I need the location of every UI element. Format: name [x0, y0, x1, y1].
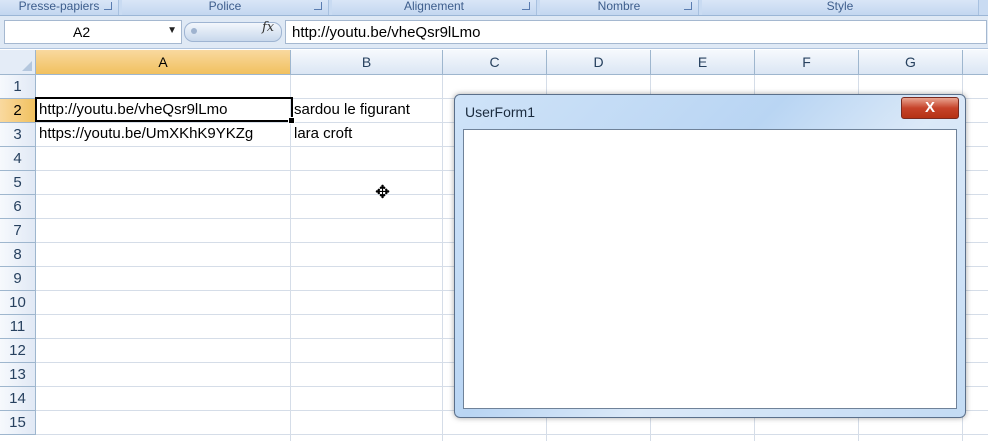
- column-header-e[interactable]: E: [651, 50, 755, 75]
- row-header-3[interactable]: 3: [0, 123, 36, 147]
- ribbon-group-clipboard: Presse-papiers: [0, 0, 119, 15]
- dialog-launcher-icon[interactable]: [684, 2, 692, 10]
- name-box[interactable]: A2 ▼: [4, 20, 182, 44]
- column-header-h[interactable]: [963, 50, 988, 75]
- ribbon-group-font: Police: [122, 0, 329, 15]
- column-header-c[interactable]: C: [443, 50, 547, 75]
- ribbon-group-label: Nombre: [597, 0, 641, 13]
- userform-title: UserForm1: [465, 104, 536, 120]
- row-header-13[interactable]: 13: [0, 363, 36, 387]
- formula-input[interactable]: http://youtu.be/vheQsr9lLmo: [285, 20, 987, 44]
- formula-text: http://youtu.be/vheQsr9lLmo: [292, 24, 481, 41]
- column-header-d[interactable]: D: [547, 50, 651, 75]
- close-icon: X: [924, 99, 935, 116]
- ribbon-group-label: Style: [826, 0, 854, 13]
- splitter-handle-icon: [191, 28, 197, 34]
- dialog-launcher-icon[interactable]: [314, 2, 322, 10]
- fill-handle[interactable]: [288, 117, 295, 124]
- move-cursor-icon: ✥: [375, 182, 391, 202]
- cell-a3[interactable]: https://youtu.be/UmXKhK9YKZg: [39, 122, 253, 146]
- ribbon-group-bar: Presse-papiers Police Alignement Nombre …: [0, 0, 988, 16]
- ribbon-group-label: Presse-papiers: [18, 0, 100, 13]
- ribbon-group-style: Style: [702, 0, 979, 15]
- active-cell-border: [35, 97, 295, 124]
- row-header-11[interactable]: 11: [0, 315, 36, 339]
- dialog-launcher-icon[interactable]: [104, 2, 112, 10]
- row-header-10[interactable]: 10: [0, 291, 36, 315]
- chevron-down-icon[interactable]: ▼: [167, 25, 177, 36]
- row-header-9[interactable]: 9: [0, 267, 36, 291]
- ribbon-group-label: Police: [208, 0, 242, 13]
- row-header-7[interactable]: 7: [0, 219, 36, 243]
- row-header-1[interactable]: 1: [0, 75, 36, 99]
- gridline: [290, 75, 291, 441]
- row-header-14[interactable]: 14: [0, 387, 36, 411]
- userform-client-area[interactable]: [463, 129, 957, 409]
- column-header-b[interactable]: B: [291, 50, 443, 75]
- row-header-12[interactable]: 12: [0, 339, 36, 363]
- row-header-5[interactable]: 5: [0, 171, 36, 195]
- name-box-value: A2: [73, 24, 91, 40]
- select-all-icon: [22, 61, 32, 71]
- ribbon-group-alignment: Alignement: [332, 0, 537, 15]
- ribbon-group-number: Nombre: [540, 0, 699, 15]
- row-header-6[interactable]: 6: [0, 195, 36, 219]
- gridline: [442, 75, 443, 441]
- row-header-15[interactable]: 15: [0, 411, 36, 435]
- formula-bar: A2 ▼ fx http://youtu.be/vheQsr9lLmo: [0, 16, 988, 49]
- column-header-a[interactable]: A: [36, 50, 291, 75]
- select-all-button[interactable]: [0, 50, 36, 75]
- cell-b3[interactable]: lara croft: [294, 122, 352, 146]
- row-header-8[interactable]: 8: [0, 243, 36, 267]
- column-header-g[interactable]: G: [859, 50, 963, 75]
- close-button[interactable]: X: [901, 97, 959, 119]
- cell-b2[interactable]: sardou le figurant: [294, 98, 410, 122]
- column-header-f[interactable]: F: [755, 50, 859, 75]
- userform-window[interactable]: UserForm1 X: [454, 94, 966, 418]
- insert-function-icon[interactable]: fx: [262, 20, 274, 35]
- dialog-launcher-icon[interactable]: [522, 2, 530, 10]
- row-header-2[interactable]: 2: [0, 99, 36, 123]
- row-header-4[interactable]: 4: [0, 147, 36, 171]
- ribbon-group-label: Alignement: [403, 0, 465, 13]
